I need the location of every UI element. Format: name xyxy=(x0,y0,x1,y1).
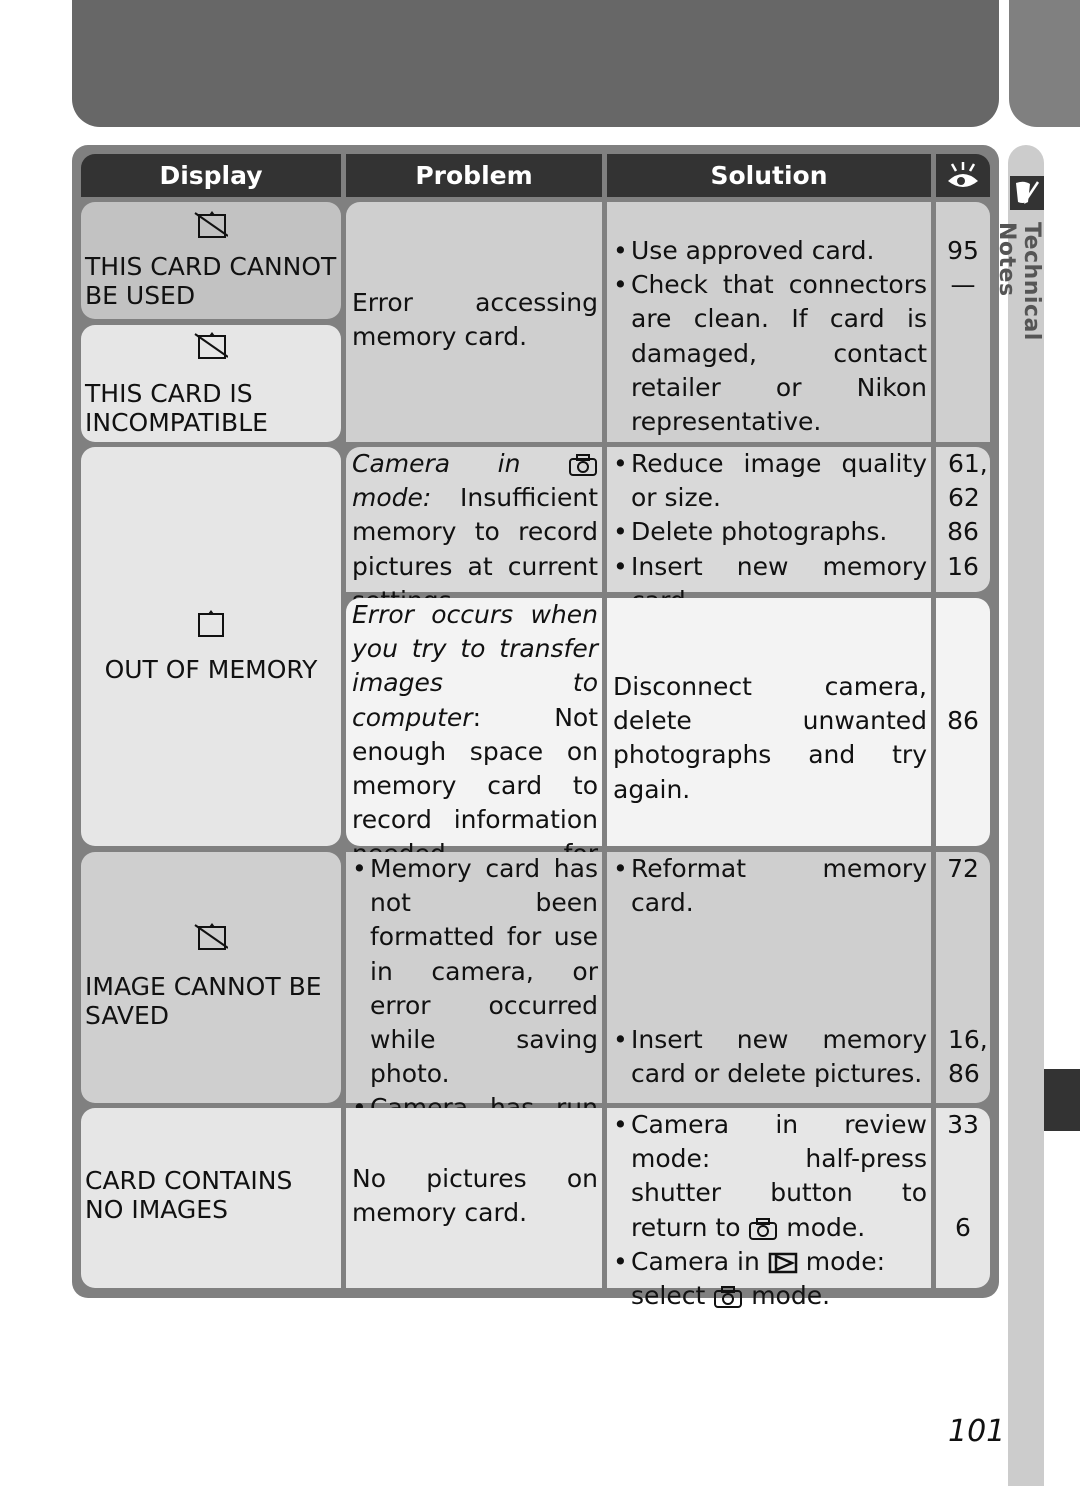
page-ref: 72 xyxy=(947,854,979,883)
problem-image-cannot-be-saved: Memory card has not been formatted for u… xyxy=(346,852,602,1191)
display-image-cannot-be-saved: IMAGE CANNOT BE SAVED xyxy=(81,852,341,1103)
camera-mode-icon xyxy=(568,449,598,478)
pencil-note-icon xyxy=(1010,176,1044,210)
card-crossed-icon xyxy=(85,202,337,246)
column-header-display: Display xyxy=(81,154,341,197)
page-ref-cell: 61, 62 86 16 xyxy=(936,447,990,592)
page-ref: 6 xyxy=(955,1213,971,1242)
page-ref: 16 xyxy=(947,551,979,581)
card-crossed-icon xyxy=(85,325,337,365)
header-banner-tab xyxy=(1009,0,1080,127)
solution-item: Camera in mode: select mode. xyxy=(613,1245,927,1313)
section-thumb-tab xyxy=(1044,1069,1080,1131)
page-ref-cell: 33 6 xyxy=(936,1108,990,1288)
card-crossed-icon xyxy=(85,916,337,956)
problem-transfer-error: Error occurs when you try to transfer im… xyxy=(346,598,602,903)
card-icon xyxy=(85,605,337,645)
page-ref: 86 xyxy=(947,517,979,547)
page-ref-cell: 95 — xyxy=(936,202,990,442)
solution-item: Use approved card. xyxy=(613,234,927,268)
camera-mode-icon xyxy=(713,1281,743,1310)
solution-item: Reduce image quality or size. xyxy=(613,447,927,515)
page-ref-cell: 72 16, 86 xyxy=(936,852,990,1103)
column-header-solution: Solution xyxy=(607,154,931,197)
display-out-of-memory: OUT OF MEMORY xyxy=(81,447,341,846)
solution-card-error: Use approved card. Check that connectors… xyxy=(607,202,931,442)
page-ref: — xyxy=(950,270,976,300)
solution-transfer-error: Disconnect camera, delete unwanted photo… xyxy=(607,598,931,846)
page-ref: 16, 86 xyxy=(948,1025,988,1089)
page-ref: 61, 62 xyxy=(948,449,988,513)
display-this-card-cannot-be-used: THIS CARD CANNOT BE USED xyxy=(81,202,341,319)
problem-insufficient-memory: Camera in mode: Insufficient memory to r… xyxy=(346,447,602,615)
problem-item: Memory card has not been formatted for u… xyxy=(352,852,598,1091)
solution-no-pictures: Camera in review mode: half-press shutte… xyxy=(607,1108,931,1310)
solution-item: Delete photographs. xyxy=(613,515,927,549)
page-ref: 95 xyxy=(947,236,979,265)
solution-insufficient-memory: Reduce image quality or size. Delete pho… xyxy=(607,447,931,615)
solution-image-cannot-be-saved: Reformat memory card. Insert new memory … xyxy=(607,852,931,1103)
problem-error-accessing-card: Error accessing memory card. xyxy=(346,202,602,442)
display-card-contains-no-images: CARD CONTAINS NO IMAGES xyxy=(81,1108,341,1288)
eye-icon xyxy=(936,154,990,197)
section-label: Technical Notes xyxy=(994,222,1044,341)
problem-no-pictures: No pictures on memory card. xyxy=(346,1108,602,1288)
solution-item: Check that connectors are clean. If card… xyxy=(613,268,927,439)
page-ref: 86 xyxy=(936,598,990,846)
page-number: 101 xyxy=(948,1414,1006,1449)
solution-item: Camera in review mode: half-press shutte… xyxy=(613,1108,927,1245)
playback-mode-icon xyxy=(768,1247,798,1276)
column-header-problem: Problem xyxy=(346,154,602,197)
display-this-card-is-incompatible: THIS CARD IS INCOMPATIBLE xyxy=(81,325,341,442)
solution-item: Insert new memory card or delete picture… xyxy=(613,1023,927,1091)
page-ref: 33 xyxy=(947,1110,979,1139)
camera-mode-icon xyxy=(748,1213,778,1242)
solution-item: Reformat memory card. xyxy=(613,852,927,1023)
header-banner xyxy=(72,0,999,127)
